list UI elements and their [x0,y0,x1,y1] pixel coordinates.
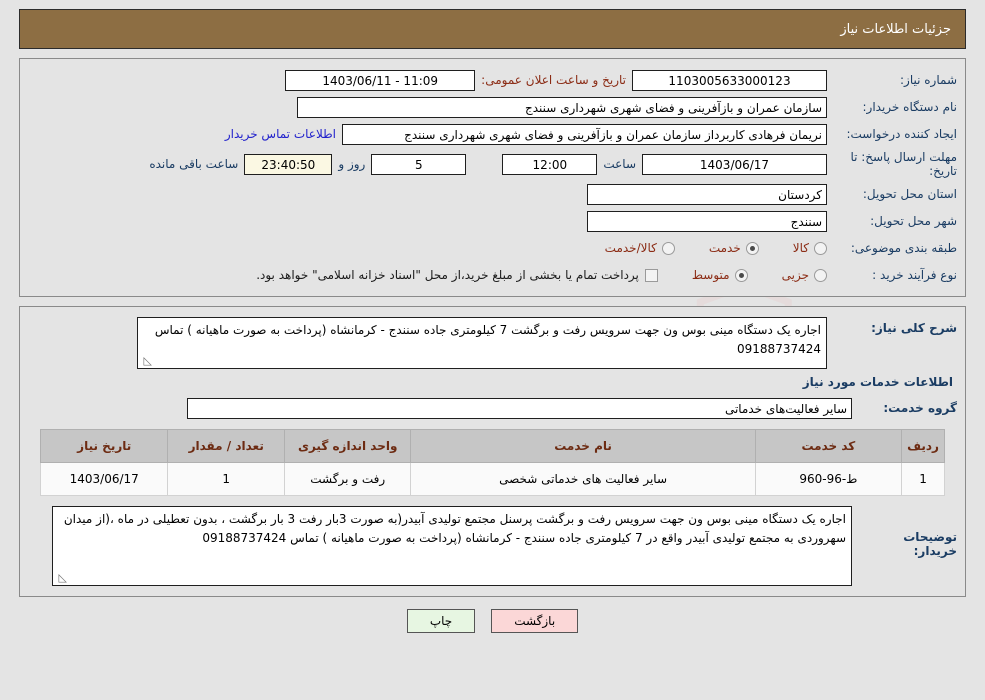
buyer-org-label: نام دستگاه خریدار: [862,99,958,114]
deadline-time-field[interactable]: 12:00 [502,153,598,175]
cell-service-name: سایر فعالیت های خدماتی شخصی [410,462,756,496]
print-button[interactable]: چاپ [406,609,476,633]
category-radio-group: کالا خدمت کالا/خدمت [571,241,827,255]
remaining-suffix-label: ساعت باقی مانده [149,157,239,171]
need-detail-panel: شرح کلی نیاز: اجاره یک دستگاه مینی بوس و… [19,306,966,597]
cell-unit: رفت و برگشت [284,462,412,496]
city-field[interactable]: سنندج [587,210,827,232]
resize-grip-icon-2[interactable]: ◺ [55,572,67,584]
row-need-number: شماره نیاز: 1103005633000123 تاریخ و ساع… [28,69,957,91]
page-header-banner: جزئیات اطلاعات نیاز [19,9,966,49]
need-number-label: شماره نیاز: [900,72,957,87]
th-service-code: کد خدمت [754,429,903,463]
buyer-notes-textarea[interactable]: اجاره یک دستگاه مینی بوس ون جهت سرویس رف… [52,506,852,586]
buyer-org-field[interactable]: سازمان عمران و بازآفرینی و فضای شهری شهر… [297,96,827,118]
th-unit: واحد اندازه گیری [284,429,412,463]
treasury-bond-option[interactable]: پرداخت تمام یا بخشی از مبلغ خرید،از محل … [256,268,658,282]
process-option-motevaset[interactable]: متوسط [692,268,748,282]
cell-service-code: ط-96-960 [754,462,903,496]
category-option-kala-label: کالا [792,241,809,255]
row-purchase-process: نوع فرآیند خرید : جزیی متوسط پرداخت تمام… [28,264,957,286]
row-request-creator: ایجاد کننده درخواست: نریمان فرهادی کاربر… [28,123,957,145]
treasury-bond-note: پرداخت تمام یا بخشی از مبلغ خرید،از محل … [256,268,639,282]
table-header-row: ردیف کد خدمت نام خدمت واحد اندازه گیری ت… [39,429,945,463]
process-option-motevaset-label: متوسط [691,268,730,282]
radio-motevaset-icon[interactable] [734,268,748,282]
creator-label: ایجاد کننده درخواست: [846,126,957,141]
th-quantity: تعداد / مقدار [167,429,286,463]
radio-kala-icon[interactable] [814,241,827,255]
need-description-text: اجاره یک دستگاه مینی بوس ون جهت سرویس رف… [154,323,821,356]
countdown-timer-field: 23:40:50 [244,153,333,175]
row-delivery-city: شهر محل تحویل: سنندج [28,210,957,232]
page-title: جزئیات اطلاعات نیاز [840,21,951,37]
row-buyer-notes: توضیحات خریدار: اجاره یک دستگاه مینی بوس… [28,506,957,586]
need-desc-label: شرح کلی نیاز: [871,321,957,335]
radio-jozei-icon[interactable] [814,268,827,282]
buyer-contact-link[interactable]: اطلاعات تماس خریدار [219,127,342,141]
resize-grip-icon[interactable]: ◺ [140,355,152,367]
province-field[interactable]: کردستان [587,183,827,205]
deadline-label: مهلت ارسال پاسخ: تا تاریخ: [850,150,957,178]
back-button[interactable]: بازگشت [491,609,579,633]
row-delivery-province: استان محل تحویل: کردستان [28,183,957,205]
announce-label: تاریخ و ساعت اعلان عمومی: [481,73,626,87]
row-response-deadline: مهلت ارسال پاسخ: تا تاریخ: 1403/06/17 سا… [28,150,957,178]
row-service-group: گروه خدمت: سایر فعالیت‌های خدماتی [28,397,957,419]
table-row: 1 ط-96-960 سایر فعالیت های خدماتی شخصی ر… [39,462,945,496]
city-label: شهر محل تحویل: [870,213,957,228]
announce-datetime-field[interactable]: 1403/06/11 - 11:09 [285,69,476,91]
category-option-kala[interactable]: کالا [793,241,827,255]
process-radio-group: جزیی متوسط پرداخت تمام یا بخشی از مبلغ خ… [256,268,827,282]
need-info-panel: شماره نیاز: 1103005633000123 تاریخ و ساع… [19,58,966,297]
buyer-notes-label: توضیحات خریدار: [903,530,957,558]
process-label: نوع فرآیند خرید : [872,267,957,282]
need-number-field[interactable]: 1103005633000123 [632,69,827,91]
creator-field[interactable]: نریمان فرهادی کاربرداز سازمان عمران و با… [342,123,827,145]
row-buyer-org: نام دستگاه خریدار: سازمان عمران و بازآفر… [28,96,957,118]
category-option-kala-khedmat[interactable]: کالا/خدمت [605,241,675,255]
deadline-date-field[interactable]: 1403/06/17 [642,153,827,175]
cell-quantity: 1 [167,462,286,496]
service-items-table: ردیف کد خدمت نام خدمت واحد اندازه گیری ت… [39,429,945,496]
need-description-textarea[interactable]: اجاره یک دستگاه مینی بوس ون جهت سرویس رف… [137,317,827,369]
cell-radif: 1 [901,462,945,496]
buyer-notes-text: اجاره یک دستگاه مینی بوس ون جهت سرویس رف… [63,512,846,545]
row-need-description: شرح کلی نیاز: اجاره یک دستگاه مینی بوس و… [28,317,957,369]
service-group-label: گروه خدمت: [883,401,957,415]
category-option-kala-khedmat-label: کالا/خدمت [604,241,657,255]
services-section-title: اطلاعات خدمات مورد نیاز [802,375,953,389]
process-option-jozei[interactable]: جزیی [782,268,827,282]
footer-button-bar: بازگشت چاپ [0,609,985,633]
cell-need-date: 1403/06/17 [39,462,169,496]
radio-khedmat-icon[interactable] [745,241,759,255]
days-and-label: روز و [338,157,366,171]
province-label: استان محل تحویل: [862,186,957,201]
category-label: طبقه بندی موضوعی: [850,240,957,255]
category-option-khedmat-label: خدمت [708,241,741,255]
process-option-jozei-label: جزیی [781,268,809,282]
deadline-time-label: ساعت [603,157,636,171]
remaining-days-field: 5 [371,153,467,175]
th-need-date: تاریخ نیاز [39,429,169,463]
th-radif: ردیف [901,429,945,463]
radio-kala-khedmat-icon[interactable] [661,241,675,255]
service-group-field[interactable]: سایر فعالیت‌های خدماتی [187,397,852,419]
row-subject-category: طبقه بندی موضوعی: کالا خدمت کالا/خدمت [28,237,957,259]
category-option-khedmat[interactable]: خدمت [709,241,759,255]
th-service-name: نام خدمت [410,429,756,463]
treasury-bond-checkbox[interactable] [644,268,658,282]
